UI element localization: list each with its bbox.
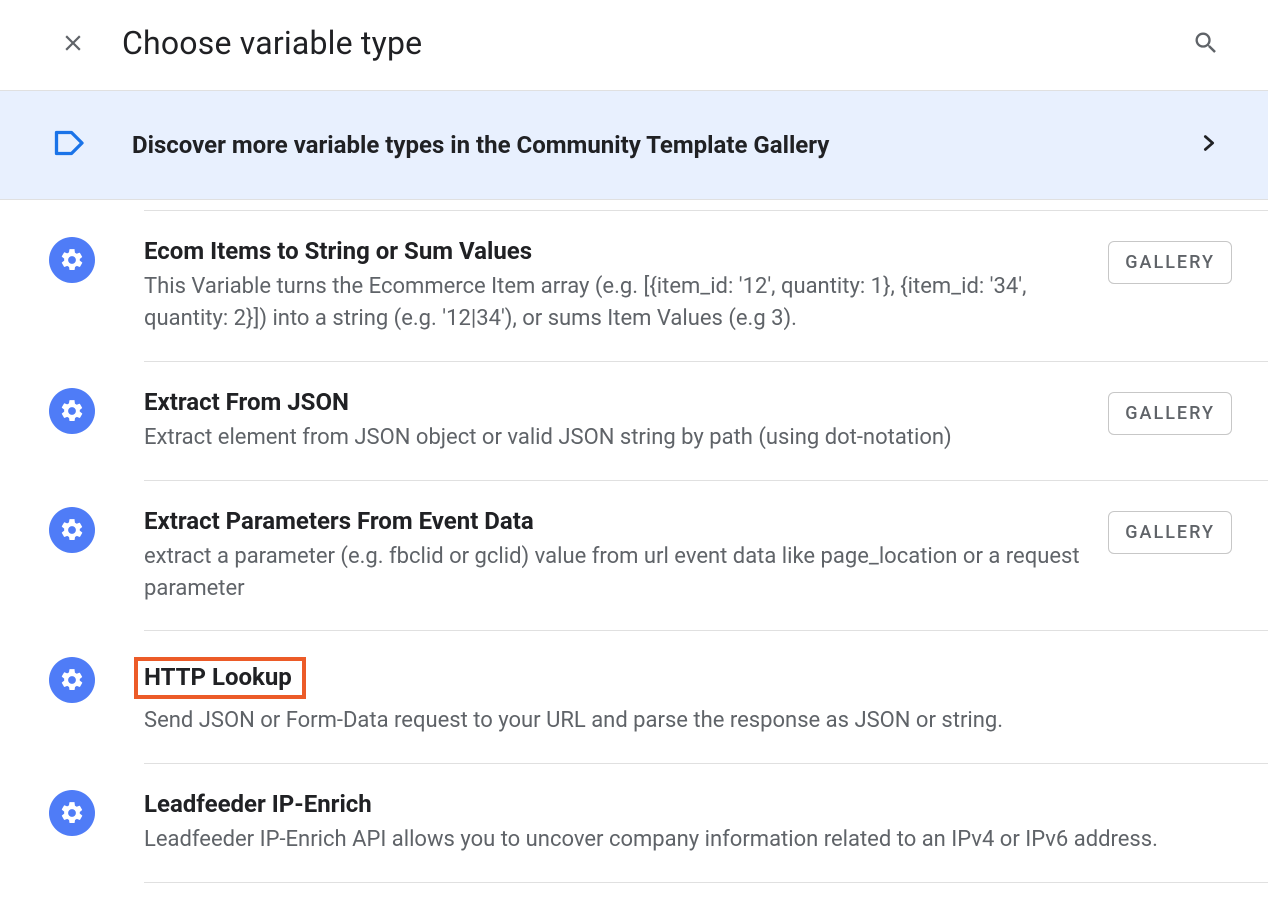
gear-icon <box>49 790 95 836</box>
variable-type-list: Ecom Items to String or Sum Values This V… <box>0 210 1268 883</box>
item-description: Extract element from JSON object or vali… <box>144 422 1088 454</box>
highlight-box: HTTP Lookup <box>134 657 306 699</box>
item-description: Send JSON or Form-Data request to your U… <box>144 705 1232 737</box>
close-icon <box>60 30 86 56</box>
close-button[interactable] <box>60 30 86 56</box>
item-content: Ecom Items to String or Sum Values This V… <box>144 237 1088 335</box>
item-content: Extract Parameters From Event Data extrac… <box>144 507 1088 605</box>
item-content: Leadfeeder IP-Enrich Leadfeeder IP-Enrich… <box>144 790 1232 856</box>
variable-type-item[interactable]: Ecom Items to String or Sum Values This V… <box>144 211 1268 362</box>
gear-icon <box>49 388 95 434</box>
dialog-header: Choose variable type <box>0 0 1268 90</box>
chevron-right-icon <box>1198 132 1220 158</box>
tag-icon <box>52 125 88 165</box>
item-title: Leadfeeder IP-Enrich <box>144 790 1232 818</box>
item-title: HTTP Lookup <box>144 657 1232 699</box>
search-button[interactable] <box>1192 29 1220 57</box>
item-title: Extract From JSON <box>144 388 1088 416</box>
gallery-badge: GALLERY <box>1108 511 1232 554</box>
item-content: HTTP Lookup Send JSON or Form-Data reques… <box>144 657 1232 737</box>
item-title: Ecom Items to String or Sum Values <box>144 237 1088 265</box>
gallery-badge: GALLERY <box>1108 241 1232 284</box>
item-content: Extract From JSON Extract element from JS… <box>144 388 1088 454</box>
item-description: Leadfeeder IP-Enrich API allows you to u… <box>144 824 1232 856</box>
gear-icon <box>49 657 95 703</box>
gear-icon <box>49 237 95 283</box>
variable-type-item[interactable]: Leadfeeder IP-Enrich Leadfeeder IP-Enrich… <box>144 764 1268 883</box>
variable-type-item[interactable]: HTTP Lookup Send JSON or Form-Data reques… <box>144 631 1268 764</box>
dialog-title: Choose variable type <box>122 24 1156 62</box>
variable-type-item[interactable]: Extract From JSON Extract element from JS… <box>144 362 1268 481</box>
gear-icon <box>49 507 95 553</box>
community-gallery-banner[interactable]: Discover more variable types in the Comm… <box>0 90 1268 200</box>
item-title: Extract Parameters From Event Data <box>144 507 1088 535</box>
banner-text: Discover more variable types in the Comm… <box>132 131 1154 159</box>
item-description: This Variable turns the Ecommerce Item a… <box>144 271 1088 335</box>
gallery-badge: GALLERY <box>1108 392 1232 435</box>
search-icon <box>1192 29 1220 57</box>
item-description: extract a parameter (e.g. fbclid or gcli… <box>144 541 1088 605</box>
variable-type-item[interactable]: Extract Parameters From Event Data extrac… <box>144 481 1268 632</box>
